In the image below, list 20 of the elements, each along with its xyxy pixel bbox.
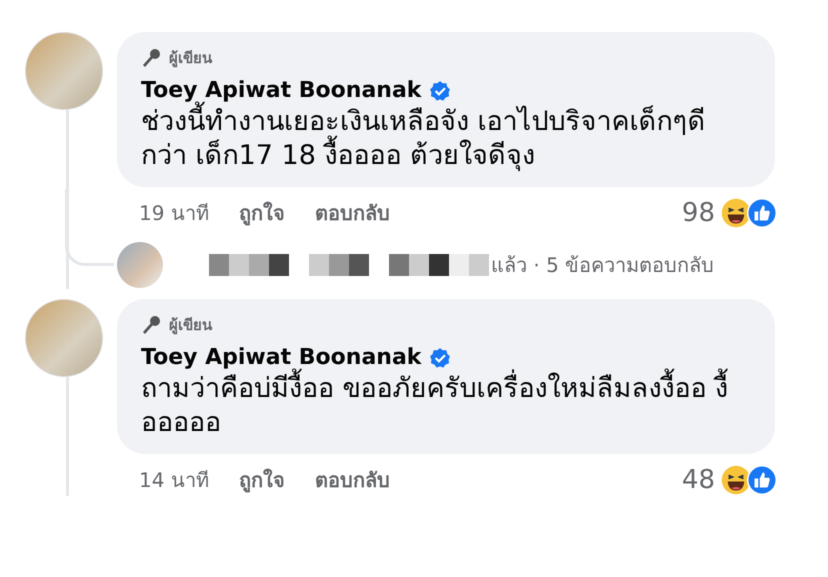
thumbs-up-icon bbox=[747, 198, 777, 228]
avatar-photo-placeholder[interactable] bbox=[117, 242, 163, 288]
timestamp[interactable]: 14 นาที bbox=[139, 464, 209, 496]
microphone-icon bbox=[141, 315, 161, 335]
laughing-face-icon bbox=[721, 198, 751, 228]
author-role-label: ผู้เขียน bbox=[169, 315, 212, 336]
author-role-label: ผู้เขียน bbox=[169, 48, 212, 70]
thumbs-up-icon bbox=[747, 465, 777, 495]
author-name[interactable]: Toey Apiwat Boonanak bbox=[141, 78, 422, 103]
reaction-count[interactable]: 98 bbox=[682, 198, 715, 228]
reaction-count[interactable]: 48 bbox=[682, 465, 715, 495]
author-name[interactable]: Toey Apiwat Boonanak bbox=[141, 345, 422, 370]
timestamp[interactable]: 19 นาที bbox=[139, 197, 209, 229]
replies-summary-link[interactable]: แล้ว · 5 ข้อความตอบกลับ bbox=[491, 249, 714, 281]
like-link[interactable]: ถูกใจ bbox=[238, 197, 285, 229]
reply-link[interactable]: ตอบกลับ bbox=[314, 197, 390, 229]
like-link[interactable]: ถูกใจ bbox=[238, 464, 285, 496]
laughing-face-icon bbox=[721, 465, 751, 495]
reply-link[interactable]: ตอบกลับ bbox=[314, 464, 390, 496]
microphone-icon bbox=[141, 48, 161, 68]
